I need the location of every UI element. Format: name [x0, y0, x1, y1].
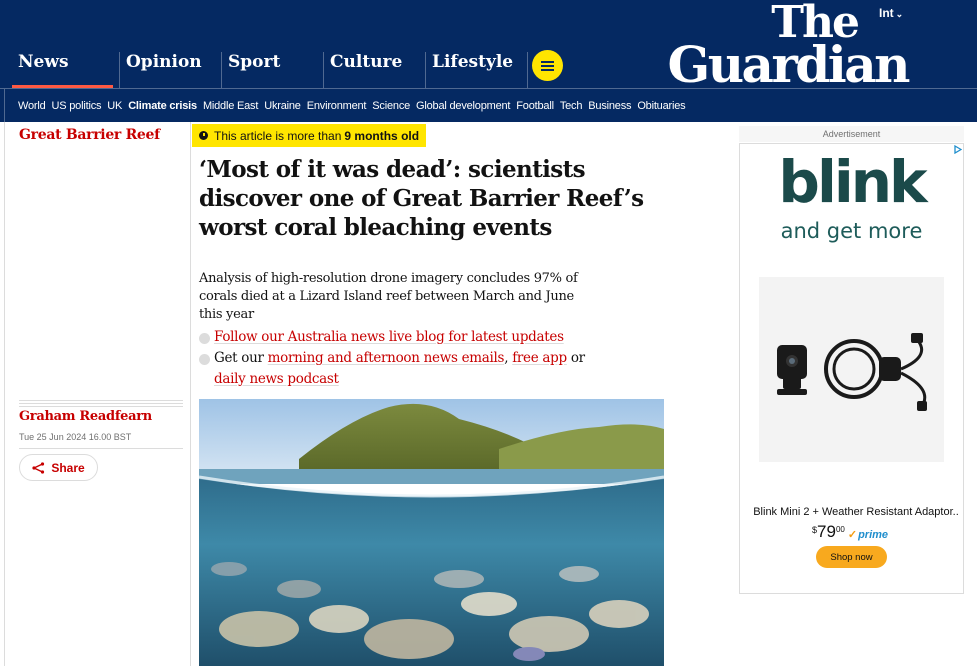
subnav-middle-east[interactable]: Middle East: [203, 100, 258, 112]
subnav-obituaries[interactable]: Obituaries: [637, 100, 685, 112]
subnav-uk[interactable]: UK: [107, 100, 122, 112]
camera-product-icon: [777, 333, 927, 411]
article-standfirst: Analysis of high-resolution drone imager…: [199, 271, 578, 322]
site-header: Int ⌄ The Guardian News Opinion Sport Cul…: [0, 0, 977, 122]
standfirst-links: Follow our Australia news live blog for …: [199, 327, 619, 390]
pillar-culture[interactable]: Culture: [323, 52, 425, 88]
hero-image[interactable]: [199, 399, 664, 666]
share-button[interactable]: Share: [19, 454, 98, 481]
pillar-news[interactable]: News: [12, 52, 120, 88]
coral-reef-photo: [199, 399, 664, 666]
ad-brand: blink: [778, 148, 927, 216]
hamburger-icon: [541, 60, 554, 71]
section-tag[interactable]: Great Barrier Reef: [19, 127, 160, 143]
list-item: Follow our Australia news live blog for …: [199, 327, 619, 348]
age-value: 9 months old: [344, 128, 420, 143]
daily-podcast-link[interactable]: daily news podcast: [214, 371, 339, 387]
ad-product-image[interactable]: [759, 277, 944, 462]
news-emails-link[interactable]: morning and afternoon news emails: [268, 350, 505, 366]
share-icon: [32, 461, 45, 474]
price-whole: 79: [817, 522, 836, 541]
prime-check-icon: ✓: [847, 529, 858, 541]
subnav-climate-crisis[interactable]: Climate crisis: [128, 100, 197, 112]
pillar-sport[interactable]: Sport: [221, 52, 323, 88]
pillar-lifestyle[interactable]: Lifestyle: [425, 52, 527, 88]
subnav-ukraine[interactable]: Ukraine: [264, 100, 301, 112]
logo-guardian: Guardian: [667, 35, 911, 94]
bullet-text: Get our: [214, 350, 264, 366]
bullet-comma: ,: [504, 350, 509, 366]
publish-date[interactable]: Tue 25 Jun 2024 16.00 BST: [19, 432, 131, 442]
subnav-business[interactable]: Business: [588, 100, 631, 112]
prime-label: prime: [858, 529, 889, 541]
age-prefix: This article is more than: [214, 128, 342, 143]
subnav-global-development[interactable]: Global development: [416, 100, 510, 112]
author-link[interactable]: Graham Readfearn: [19, 409, 152, 424]
subnav: World US politics UK Climate crisis Midd…: [4, 89, 691, 122]
subnav-us-politics[interactable]: US politics: [52, 100, 102, 112]
list-item: Get our morning and afternoon news email…: [199, 348, 619, 390]
share-label: Share: [51, 460, 85, 475]
share-divider: [19, 448, 183, 449]
bullet-text-or: or: [570, 350, 585, 366]
subnav-tech[interactable]: Tech: [560, 100, 583, 112]
guardian-logo[interactable]: The Guardian: [658, 1, 911, 94]
article-age-badge: This article is more than 9 months old: [192, 124, 427, 147]
free-app-link[interactable]: free app: [512, 350, 567, 366]
article-headline: ‘Most of it was dead’: scientists discov…: [199, 156, 644, 241]
menu-button[interactable]: [532, 50, 563, 81]
pillar-opinion[interactable]: Opinion: [119, 52, 221, 88]
pillar-divider: [527, 52, 528, 88]
price-fraction: 00: [835, 525, 845, 534]
prime-badge: ✓prime: [848, 528, 888, 541]
subnav-world[interactable]: World: [18, 100, 46, 112]
byline-rules: [19, 400, 183, 409]
ad-product-name[interactable]: Blink Mini 2 + Weather Resistant Adaptor…: [751, 506, 961, 518]
clock-icon: [199, 131, 208, 140]
ad-price: $ 79 00 ✓prime: [812, 522, 888, 542]
subnav-science[interactable]: Science: [372, 100, 410, 112]
left-column-rule: [4, 122, 5, 666]
subnav-environment[interactable]: Environment: [307, 100, 367, 112]
ad-label: Advertisement: [822, 129, 881, 139]
ad-tagline: and get more: [780, 219, 923, 243]
article-column-rule: [190, 122, 191, 666]
live-blog-link[interactable]: Follow our Australia news live blog for …: [214, 329, 564, 345]
subnav-football[interactable]: Football: [516, 100, 554, 112]
shop-now-button[interactable]: Shop now: [816, 546, 887, 568]
